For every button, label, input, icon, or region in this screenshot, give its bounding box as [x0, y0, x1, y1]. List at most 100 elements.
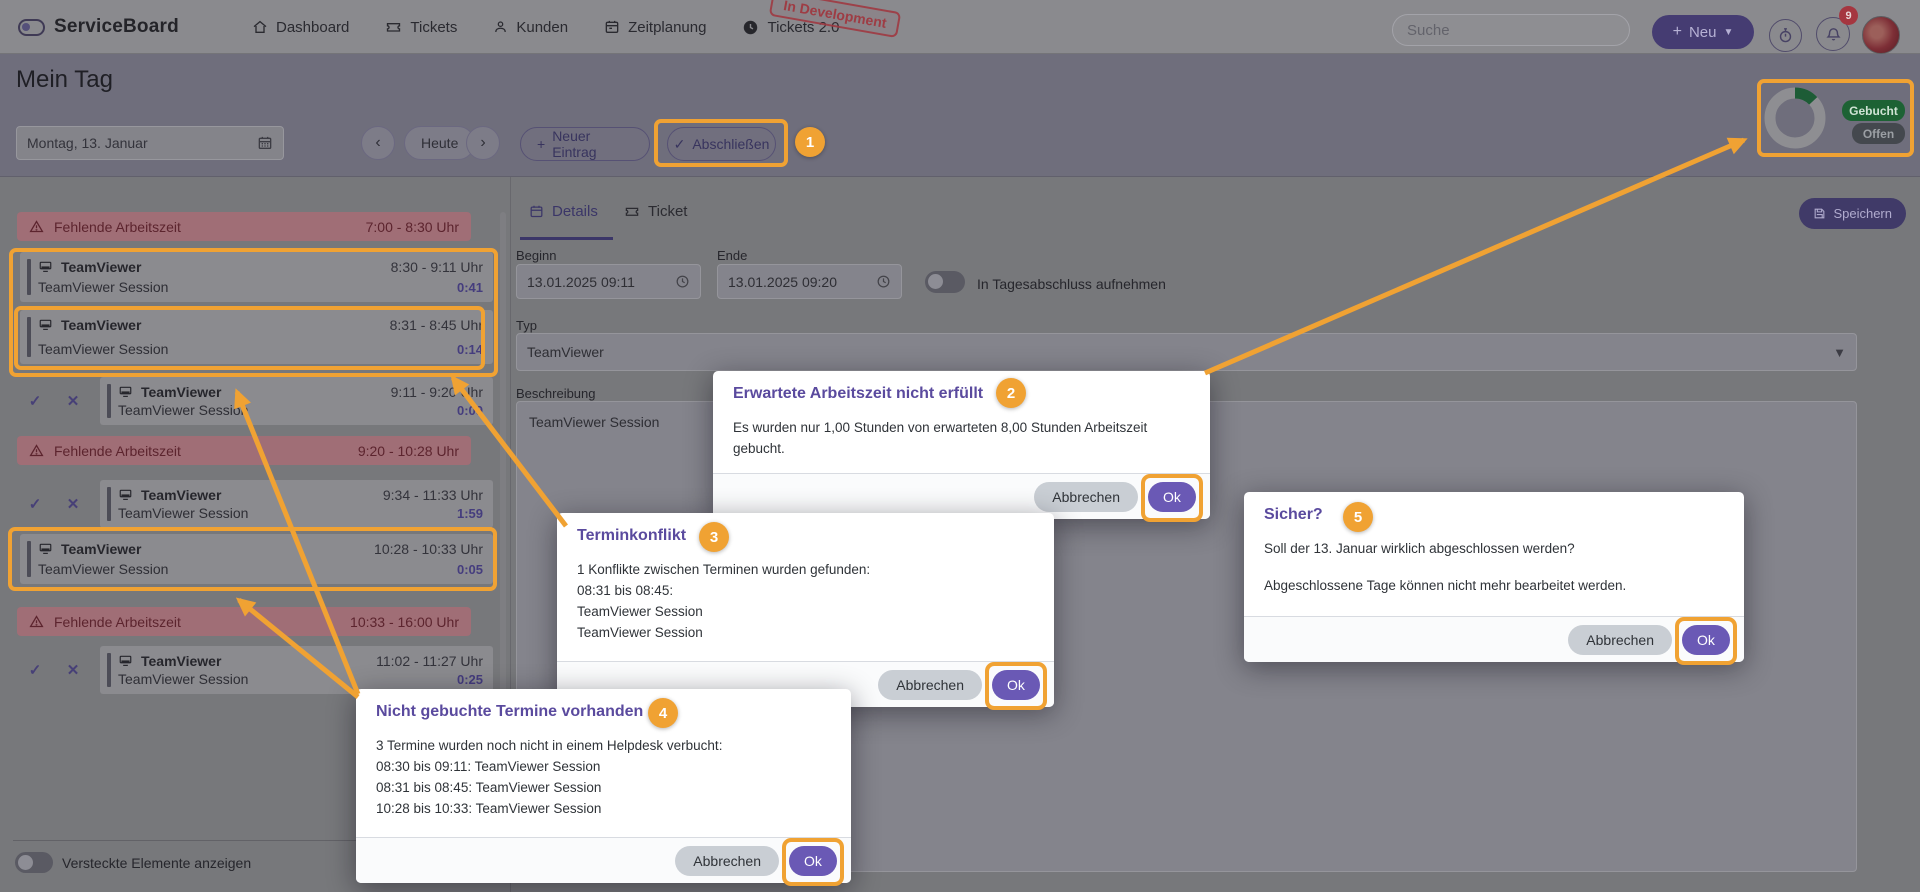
dialog-title: Sicher? [1244, 492, 1744, 524]
hidden-elements-toggle[interactable] [15, 852, 53, 873]
begin-value: 13.01.2025 09:11 [527, 274, 635, 290]
dialog-text: Es wurden nur 1,00 Stunden von erwartete… [733, 418, 1148, 460]
new-button[interactable]: + Neu ▼ [1652, 15, 1754, 49]
cancel-button[interactable]: Abbrechen [675, 846, 779, 876]
monitor-icon [118, 488, 133, 502]
check-icon: ✓ [674, 136, 686, 153]
bell-icon [1825, 26, 1842, 43]
new-button-label: Neu [1689, 24, 1717, 41]
nav-label: Tickets [410, 19, 457, 36]
dialog-title: Erwartete Arbeitszeit nicht erfüllt [713, 371, 1210, 403]
session-duration: 0:05 [457, 562, 483, 577]
dismiss-entry-icon[interactable]: ✕ [64, 392, 82, 410]
day-close-toggle[interactable] [925, 271, 965, 293]
tab-label: Ticket [648, 203, 687, 220]
nav-label: Kunden [516, 19, 568, 36]
chevron-left-icon: ‹ [375, 134, 380, 152]
nav-item-zeitplanung[interactable]: Zeitplanung [604, 19, 706, 36]
floppy-icon [1813, 207, 1826, 220]
type-value: TeamViewer [527, 344, 604, 360]
prev-day-button[interactable]: ‹ [361, 126, 395, 160]
ok-highlight-box: Ok [1682, 625, 1730, 655]
dialog-text: TeamViewer Session [577, 602, 1034, 623]
tab-details[interactable]: Details [529, 203, 598, 220]
date-value: Montag, 13. Januar [27, 135, 148, 151]
warning-time: 10:33 - 16:00 Uhr [350, 614, 459, 630]
close-day-label: Abschließen [692, 136, 769, 152]
avatar[interactable] [1862, 16, 1900, 54]
monitor-icon [38, 318, 53, 332]
nav-item-tickets[interactable]: Tickets [385, 19, 457, 36]
close-day-button[interactable]: ✓ Abschließen [667, 127, 776, 161]
ok-button[interactable]: Ok [1148, 482, 1196, 512]
type-select[interactable]: TeamViewer ▼ [516, 333, 1857, 371]
dialog-footer: Abbrechen Ok [356, 837, 851, 883]
list-item-missing-worktime[interactable]: Fehlende Arbeitszeit 9:20 - 10:28 Uhr [17, 436, 471, 465]
list-item-session[interactable]: TeamViewer 9:11 - 9:20 Uhr TeamViewer Se… [100, 377, 493, 425]
warning-title: Fehlende Arbeitszeit [54, 443, 181, 459]
save-label: Speichern [1833, 206, 1892, 221]
session-subtitle: TeamViewer Session [118, 671, 248, 687]
warning-time: 9:20 - 10:28 Uhr [358, 443, 459, 459]
dismiss-entry-icon[interactable]: ✕ [64, 661, 82, 679]
notification-count-badge: 9 [1839, 6, 1858, 25]
cancel-button[interactable]: Abbrechen [1568, 625, 1672, 655]
plus-icon: + [1673, 23, 1682, 41]
tab-ticket[interactable]: Ticket [624, 203, 687, 220]
confirm-entry-icon[interactable]: ✓ [26, 661, 44, 679]
active-tab-underline [520, 237, 613, 240]
brand[interactable]: ServiceBoard [18, 0, 179, 54]
dialog-text: Soll der 13. Januar wirklich abgeschloss… [1264, 539, 1724, 560]
list-item-session[interactable]: TeamViewer 10:28 - 10:33 Uhr TeamViewer … [20, 534, 493, 584]
main-nav: Dashboard Tickets Kunden Zeitplanung Tic… [252, 0, 839, 54]
dialog-text: 08:31 bis 08:45: TeamViewer Session [376, 778, 831, 799]
confirm-entry-icon[interactable]: ✓ [26, 495, 44, 513]
person-icon [493, 19, 508, 35]
today-button[interactable]: Heute [404, 126, 475, 160]
session-subtitle: TeamViewer Session [118, 505, 248, 521]
description-value: TeamViewer Session [529, 414, 659, 430]
date-picker-input[interactable]: Montag, 13. Januar [16, 126, 284, 160]
ok-button[interactable]: Ok [789, 846, 837, 876]
cancel-button[interactable]: Abbrechen [1034, 482, 1138, 512]
legend-open-badge: Offen [1852, 123, 1905, 144]
nav-item-dashboard[interactable]: Dashboard [252, 19, 349, 36]
list-item-missing-worktime[interactable]: Fehlende Arbeitszeit 7:00 - 8:30 Uhr [17, 212, 471, 241]
ok-button[interactable]: Ok [992, 670, 1040, 700]
search-input[interactable] [1392, 14, 1630, 46]
dialog-text: 10:28 bis 10:33: TeamViewer Session [376, 799, 831, 820]
session-time: 10:28 - 10:33 Uhr [374, 541, 483, 557]
dialog-footer: Abbrechen Ok [1244, 616, 1744, 662]
warning-title: Fehlende Arbeitszeit [54, 219, 181, 235]
session-subtitle: TeamViewer Session [38, 279, 168, 295]
list-item-session[interactable]: TeamViewer 11:02 - 11:27 Uhr TeamViewer … [100, 646, 493, 694]
list-item-session[interactable]: TeamViewer 8:31 - 8:45 Uhr TeamViewer Se… [20, 310, 493, 364]
chevron-down-icon: ▼ [1833, 345, 1846, 360]
session-time: 8:30 - 9:11 Uhr [391, 259, 483, 275]
today-label: Heute [421, 135, 458, 151]
navbar: ServiceBoard Dashboard Tickets Kunden Ze… [0, 0, 1920, 54]
nav-item-kunden[interactable]: Kunden [493, 19, 568, 36]
clock-filled-icon [742, 19, 759, 36]
ok-button[interactable]: Ok [1682, 625, 1730, 655]
dismiss-entry-icon[interactable]: ✕ [64, 495, 82, 513]
list-item-missing-worktime[interactable]: Fehlende Arbeitszeit 10:33 - 16:00 Uhr [17, 607, 471, 636]
timer-button[interactable] [1769, 19, 1802, 52]
stopwatch-icon [1777, 27, 1794, 44]
begin-input[interactable]: 13.01.2025 09:11 [516, 264, 701, 299]
cancel-button[interactable]: Abbrechen [878, 670, 982, 700]
session-duration: 0:14 [457, 342, 483, 357]
dialog-body: 1 Konflikte zwischen Terminen wurden gef… [557, 545, 1054, 644]
session-title: TeamViewer [141, 487, 221, 503]
dialog-body: 3 Termine wurden noch nicht in einem Hel… [356, 721, 851, 820]
session-title: TeamViewer [61, 317, 141, 333]
ok-highlight-box: Ok [789, 846, 837, 876]
list-item-session[interactable]: TeamViewer 8:30 - 9:11 Uhr TeamViewer Se… [20, 252, 493, 302]
new-entry-button[interactable]: + Neuer Eintrag [520, 127, 650, 161]
list-item-session[interactable]: TeamViewer 9:34 - 11:33 Uhr TeamViewer S… [100, 480, 493, 528]
plus-icon: + [537, 136, 545, 152]
confirm-entry-icon[interactable]: ✓ [26, 392, 44, 410]
save-button[interactable]: Speichern [1799, 198, 1906, 229]
end-input[interactable]: 13.01.2025 09:20 [717, 264, 902, 299]
next-day-button[interactable]: › [466, 126, 500, 160]
